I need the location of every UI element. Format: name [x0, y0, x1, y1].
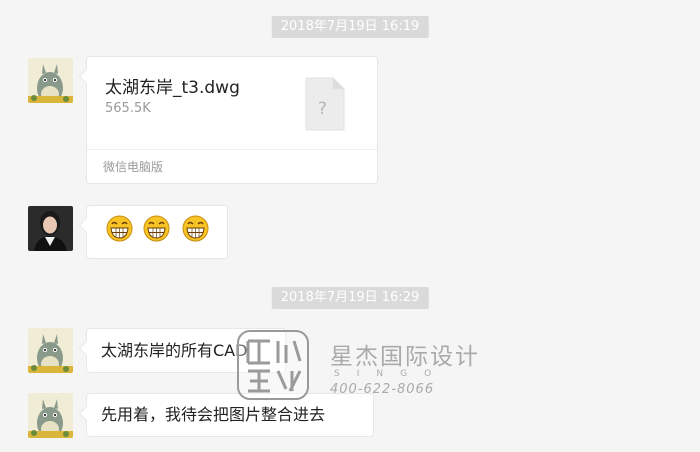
- file-source-label: 微信电脑版: [103, 160, 164, 174]
- message-text: 太湖东岸的所有CAD: [101, 341, 248, 360]
- avatar[interactable]: [28, 393, 73, 438]
- grinning-face-icon: [143, 215, 170, 242]
- avatar[interactable]: [28, 206, 73, 251]
- message-text: 先用着，我待会把图片整合进去: [101, 405, 326, 424]
- timestamp: 2018年7月19日 16:29: [271, 287, 429, 309]
- totoro-avatar-icon: [28, 393, 73, 438]
- avatar[interactable]: [28, 58, 73, 103]
- text-message-bubble[interactable]: 先用着，我待会把图片整合进去: [86, 393, 374, 437]
- file-type-glyph: ?: [318, 99, 328, 119]
- file-name: 太湖东岸_t3.dwg: [105, 78, 240, 98]
- file-size: 565.5K: [105, 101, 151, 116]
- totoro-avatar-icon: [28, 58, 73, 103]
- timestamp: 2018年7月19日 16:19: [271, 16, 429, 38]
- grinning-face-icon: [106, 215, 133, 242]
- watermark-english-text: SINGO: [334, 369, 449, 379]
- person-avatar-icon: [28, 206, 73, 251]
- emoji-message-bubble[interactable]: [86, 205, 228, 259]
- watermark-chinese-text: 星杰国际设计: [330, 344, 480, 370]
- grinning-face-icon: [182, 215, 209, 242]
- file-message-bubble[interactable]: 太湖东岸_t3.dwg 565.5K ? 微信电脑版: [86, 56, 378, 184]
- avatar[interactable]: [28, 328, 73, 373]
- text-message-bubble[interactable]: 太湖东岸的所有CAD: [86, 328, 286, 373]
- divider: [87, 149, 377, 150]
- totoro-avatar-icon: [28, 328, 73, 373]
